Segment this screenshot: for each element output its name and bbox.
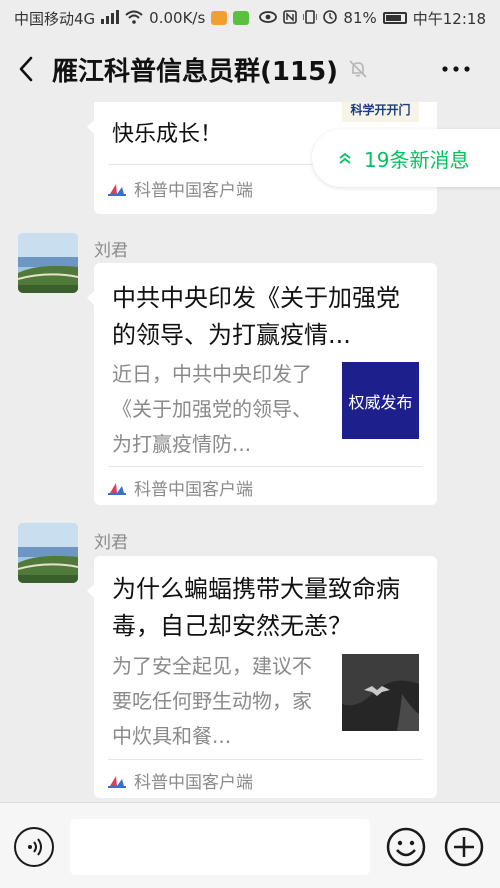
smiley-icon — [386, 827, 426, 867]
bat-thumbnail — [342, 654, 419, 731]
more-button[interactable] — [426, 36, 486, 102]
article-title: 为什么蝙蝠携带大量致命病毒，自己却安然无恙？ — [112, 575, 400, 640]
article-desc: 近日，中共中央印发了《关于加强党的领导、为打赢疫情防... — [112, 362, 312, 456]
article-thumbnail: 科学开开门 — [342, 102, 419, 122]
alarm-icon — [323, 9, 338, 27]
double-chevron-up-icon — [339, 152, 351, 164]
message-input[interactable] — [70, 819, 370, 875]
thumb-caption: 科学开开门 — [350, 103, 411, 117]
source-label: 科普中国客户端 — [134, 479, 253, 500]
article-source: 科普中国客户端 — [108, 467, 253, 507]
chevron-left-icon — [19, 56, 33, 82]
network-speed: 0.00K/s — [149, 9, 206, 27]
article-thumbnail: 权威发布 — [342, 362, 419, 439]
source-label: 科普中国客户端 — [134, 180, 253, 201]
signal-icon — [101, 9, 120, 27]
chat-title: 雁江科普信息员群(115) — [52, 56, 339, 87]
vibrate-icon — [302, 9, 319, 27]
battery-icon — [382, 12, 407, 24]
sender-name: 刘君 — [94, 533, 128, 553]
chat-header: 雁江科普信息员群(115) — [0, 36, 500, 102]
voice-button[interactable] — [14, 827, 54, 867]
message-list[interactable]: 快乐成长！ 科学开开门 科普中国客户端 刘君 中共中央印发《关于加强党的领导、为… — [0, 102, 500, 802]
voice-icon — [28, 838, 42, 856]
carrier-label: 中国移动4G — [14, 9, 96, 28]
sender-name: 刘君 — [94, 241, 128, 261]
input-bar — [0, 802, 500, 888]
avatar[interactable] — [18, 233, 78, 293]
emoji-button[interactable] — [386, 827, 426, 867]
wifi-icon — [125, 10, 143, 27]
clock: 中午12:18 — [412, 9, 486, 28]
app-notification-icon-2 — [233, 11, 250, 25]
kepu-logo-icon — [108, 181, 126, 196]
ellipsis-icon — [442, 66, 470, 72]
back-button[interactable] — [0, 36, 52, 102]
app-notification-icon — [211, 11, 228, 25]
eye-icon — [259, 10, 278, 26]
article-source: 科普中国客户端 — [108, 760, 253, 800]
article-card[interactable]: 中共中央印发《关于加强党的领导、为打赢疫情... 近日，中共中央印发了《关于加强… — [87, 263, 437, 507]
article-source: 科普中国客户端 — [108, 168, 253, 208]
more-functions-button[interactable] — [444, 827, 484, 867]
new-messages-label: 19条新消息 — [364, 147, 470, 172]
thumb-text: 权威发布 — [348, 393, 413, 412]
plus-icon — [444, 827, 484, 867]
bell-off-icon — [348, 59, 368, 79]
battery-percent: 81% — [343, 9, 377, 27]
article-card[interactable]: 为什么蝙蝠携带大量致命病毒，自己却安然无恙？ 为了安全起见，建议不要吃任何野生动… — [87, 556, 437, 800]
nfc-icon — [283, 9, 298, 27]
source-label: 科普中国客户端 — [134, 772, 253, 793]
avatar[interactable] — [18, 523, 78, 583]
status-bar: 中国移动4G 0.00K/s 81% 中午12:18 — [0, 0, 500, 36]
kepu-logo-icon — [108, 480, 126, 495]
new-messages-button[interactable]: 19条新消息 — [312, 129, 500, 187]
kepu-logo-icon — [108, 773, 126, 788]
article-desc: 为了安全起见，建议不要吃任何野生动物，家中炊具和餐... — [112, 654, 312, 748]
article-title: 中共中央印发《关于加强党的领导、为打赢疫情... — [112, 284, 400, 349]
